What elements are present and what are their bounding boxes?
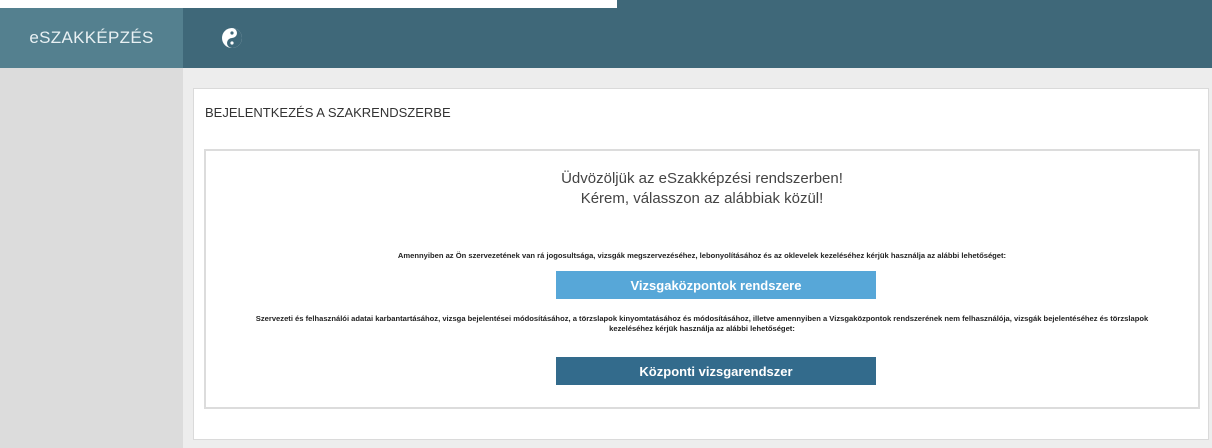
top-strip-right <box>617 0 1212 8</box>
top-navbar: eSZAKKÉPZÉS <box>0 8 1212 68</box>
welcome-line-2: Kérem, válasszon az alábbiak közül! <box>580 190 824 207</box>
top-strip-left <box>0 0 275 8</box>
selection-box: Üdvözöljük az eSzakképzési rendszerben! … <box>204 149 1200 409</box>
sidebar <box>0 68 183 448</box>
panel-title: BEJELENTKEZÉS A SZAKRENDSZERBE <box>205 105 451 120</box>
description-central-exam: Szervezeti és felhasználói adatai karban… <box>255 314 1149 333</box>
yin-yang-icon[interactable] <box>221 27 243 49</box>
welcome-line-1: Üdvözöljük az eSzakképzési rendszerben! <box>561 170 843 187</box>
central-exam-system-button[interactable]: Központi vizsgarendszer <box>556 357 876 385</box>
brand-logo-text[interactable]: eSZAKKÉPZÉS <box>0 8 183 68</box>
login-panel: BEJELENTKEZÉS A SZAKRENDSZERBE Üdvözöljü… <box>193 88 1209 440</box>
exam-centers-system-button[interactable]: Vizsgaközpontok rendszere <box>556 271 876 299</box>
description-exam-centers: Amennyiben az Ön szervezetének van rá jo… <box>397 251 1007 260</box>
